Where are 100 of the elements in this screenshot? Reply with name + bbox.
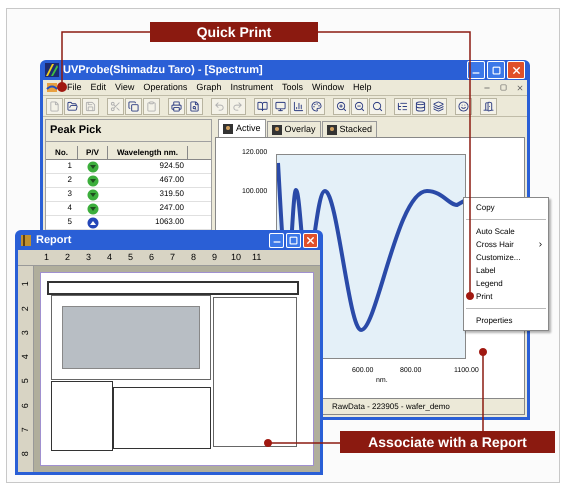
- toolbar-button[interactable]: [168, 98, 185, 114]
- status-text: RawData - 223905 - wafer_demo: [332, 400, 450, 412]
- table-cell-text: 3: [66, 188, 73, 200]
- smiley-icon: [458, 100, 469, 112]
- menu-item[interactable]: Copy: [464, 201, 548, 214]
- monitor-icon: [275, 100, 286, 112]
- minimize-button[interactable]: [467, 61, 485, 79]
- close-button[interactable]: [303, 232, 318, 248]
- document-icon: [46, 82, 58, 93]
- close-icon: [510, 64, 522, 76]
- table-cell-text: 247.00: [158, 202, 185, 214]
- tab-icon: [326, 124, 337, 134]
- tab-icon: [223, 124, 233, 134]
- toolbar-button[interactable]: [480, 98, 497, 114]
- menu-item[interactable]: Customize...: [464, 251, 548, 264]
- table-cell-text: 467.00: [158, 174, 185, 186]
- toolbar-button[interactable]: [290, 98, 307, 114]
- toolbar-button[interactable]: [254, 98, 271, 114]
- book-icon: [257, 100, 268, 112]
- minimize-button[interactable]: [269, 232, 284, 248]
- menu-item[interactable]: Legend: [464, 277, 548, 290]
- folder-icon: [67, 100, 78, 112]
- tab[interactable]: Overlay: [266, 121, 321, 137]
- scissors-icon: [110, 100, 121, 112]
- ruler-number: 6: [148, 250, 155, 264]
- table-cell-text: 924.50: [158, 160, 185, 172]
- toolbar-button[interactable]: [186, 98, 203, 114]
- ruler-number: 3: [84, 250, 92, 264]
- column-header[interactable]: No.: [46, 146, 78, 159]
- ruler-number: 8: [190, 250, 197, 264]
- panel-title: Peak Pick: [50, 123, 102, 138]
- menu-item[interactable]: File: [67, 80, 82, 94]
- toolbar-button[interactable]: [369, 98, 386, 114]
- new-file-icon: [49, 100, 60, 112]
- menu-item[interactable]: Print: [464, 290, 548, 303]
- column-header[interactable]: P/V: [78, 146, 108, 159]
- window-title: UVProbe(Shimadzu Taro) - [Spectrum]: [63, 62, 264, 78]
- printer-icon: [171, 100, 182, 112]
- ruler-number: 9: [210, 250, 218, 264]
- bars-icon: [293, 100, 304, 112]
- window-title: Report: [36, 232, 72, 248]
- toolbar-button[interactable]: [308, 98, 325, 114]
- print-preview-icon: [189, 100, 200, 112]
- toolbar-button[interactable]: [125, 98, 142, 114]
- ruler-number: 10: [231, 250, 240, 264]
- close-icon: [305, 234, 316, 246]
- ruler-number: 2: [18, 306, 31, 311]
- menu-item[interactable]: Cross Hair: [464, 238, 548, 251]
- toolbar-button[interactable]: [455, 98, 472, 114]
- layers-icon: [433, 100, 444, 112]
- menu-item[interactable]: Edit: [90, 80, 106, 94]
- mdi-close-icon[interactable]: [516, 84, 524, 92]
- ruler-number: 1: [18, 282, 31, 287]
- close-button[interactable]: [507, 61, 525, 79]
- menu-item[interactable]: View: [115, 80, 134, 94]
- menu-item[interactable]: Graph: [196, 80, 222, 94]
- mdi-restore-icon[interactable]: [500, 84, 507, 91]
- search-icon: [372, 100, 383, 112]
- menu-item[interactable]: Tools: [282, 80, 303, 94]
- ruler-number: 4: [106, 250, 113, 264]
- menu-item[interactable]: Properties: [464, 314, 548, 327]
- menu-item[interactable]: Operations: [143, 80, 188, 94]
- menu-item[interactable]: Help: [353, 80, 372, 94]
- table-cell-text: 319.50: [158, 188, 185, 200]
- toolbar-button[interactable]: [430, 98, 447, 114]
- tab[interactable]: Active: [218, 119, 266, 137]
- ruler-number: 8: [18, 451, 31, 456]
- ruler-number: 6: [18, 402, 31, 408]
- ruler-number: 3: [18, 330, 31, 336]
- toolbar-button[interactable]: [412, 98, 429, 114]
- toolbar-button[interactable]: [351, 98, 368, 114]
- redo-icon: [232, 100, 243, 112]
- ruler-number: 4: [18, 354, 31, 360]
- callout-label: Associate with a Report: [340, 431, 555, 453]
- toolbar-button[interactable]: [272, 98, 289, 114]
- table-cell-text: 5: [66, 216, 73, 228]
- toolbar-button[interactable]: [64, 98, 81, 114]
- table-cell-text: 1: [66, 160, 73, 172]
- tab-icon: [272, 124, 282, 134]
- menu-item[interactable]: Auto Scale: [464, 225, 548, 238]
- tab[interactable]: Stacked: [322, 121, 378, 137]
- ruler-number: 7: [18, 427, 31, 432]
- ruler-number: 1: [42, 250, 50, 264]
- report-icon: [20, 234, 32, 246]
- copy-icon: [128, 100, 139, 112]
- maximize-icon: [289, 236, 298, 244]
- ruler-number: 5: [18, 378, 31, 384]
- app-logo-icon: [45, 63, 59, 77]
- menu-item[interactable]: Instrument: [230, 80, 273, 94]
- toolbar-button[interactable]: [394, 98, 411, 114]
- ruler-number: 5: [126, 250, 134, 264]
- toolbar-button[interactable]: [333, 98, 350, 114]
- menu-item[interactable]: Label: [464, 264, 548, 277]
- palette-icon: [311, 100, 322, 112]
- maximize-button[interactable]: [487, 61, 505, 79]
- maximize-button[interactable]: [286, 232, 301, 248]
- menu-item[interactable]: Window: [312, 80, 344, 94]
- column-header[interactable]: Wavelength nm.: [108, 146, 188, 159]
- zoom-in-icon: [336, 100, 347, 112]
- ruler-number: 11: [252, 250, 261, 264]
